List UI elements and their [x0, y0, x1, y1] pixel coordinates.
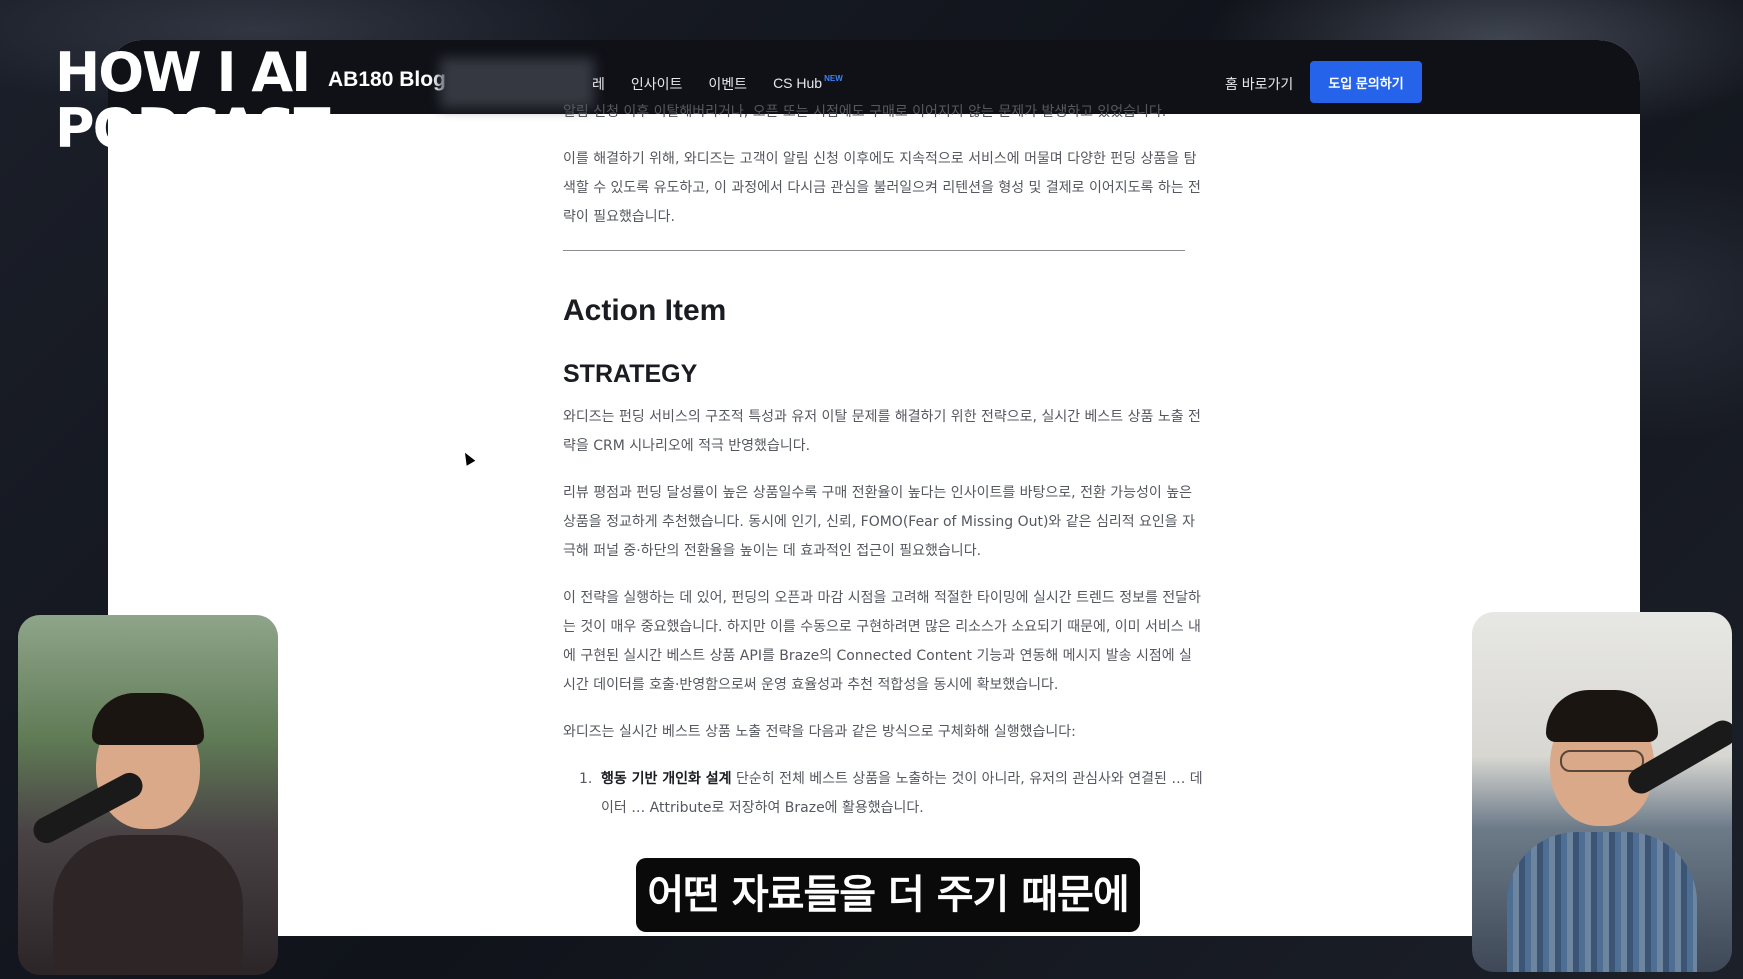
nav-item-partial[interactable]: 레 [592, 74, 605, 94]
article-paragraph: 와디즈는 실시간 베스트 상품 노출 전략을 다음과 같은 방식으로 구체화해 … [563, 724, 1076, 740]
glasses-icon [1560, 750, 1644, 772]
podcast-logo-line2: PODCAST [55, 97, 330, 160]
webcam-left [18, 615, 278, 975]
podcast-logo: HOW I AI PODCAST [55, 41, 330, 160]
nav-item-cs-hub-label: CS Hub [773, 75, 823, 91]
list-item: 1. 행동 기반 개인화 설계 단순히 전체 베스트 상품을 노출하는 것이 아… [563, 765, 1203, 823]
article-paragraph: 리뷰 평점과 펀딩 달성률이 높은 상품일수록 구매 전환율이 높다는 인사이트… [563, 485, 1196, 559]
mouse-cursor-icon [460, 450, 476, 466]
host-left [53, 685, 243, 975]
list-number: 1. [579, 771, 593, 787]
article-paragraph-intro-cut: 알림 신청 이후 이탈해버리거나, 오픈 또는 시점에도 구매로 이어지지 않는… [563, 104, 1167, 120]
host-right [1507, 682, 1697, 972]
list-item-bold: 행동 기반 개인화 설계 [601, 771, 732, 787]
webcam-right [1472, 612, 1732, 972]
new-badge: NEW [824, 74, 843, 83]
nav-menu: 레 인사이트 이벤트 CS Hub NEW [592, 74, 843, 94]
brand-logo[interactable]: AB180 Blog [328, 68, 446, 92]
home-link[interactable]: 홈 바로가기 [1225, 74, 1293, 94]
browser-screen: AB180 Blog 레 인사이트 이벤트 CS Hub NEW 홈 바로가기 도… [108, 40, 1640, 936]
article-paragraph: 와디즈는 펀딩 서비스의 구조적 특성과 유저 이탈 문제를 해결하기 위한 전… [563, 409, 1201, 454]
section-subheading: STRATEGY [563, 360, 698, 388]
podcast-logo-line1: HOW I AI [55, 41, 311, 104]
article-paragraph-intro: 이를 해결하기 위해, 와디즈는 고객이 알림 신청 이후에도 지속적으로 서비… [563, 151, 1201, 225]
article-body: 알림 신청 이후 이탈해버리거나, 오픈 또는 시점에도 구매로 이어지지 않는… [563, 104, 1203, 823]
article-paragraph: 이 전략을 실행하는 데 있어, 펀딩의 오픈과 마감 시점을 고려해 적절한 … [563, 590, 1201, 693]
video-subtitle: 어떤 자료들을 더 주기 때문에 [636, 858, 1140, 932]
section-heading: Action Item [563, 294, 727, 327]
section-divider [563, 250, 1185, 251]
nav-item-insight[interactable]: 인사이트 [631, 74, 683, 94]
inquiry-button[interactable]: 도입 문의하기 [1310, 61, 1422, 103]
nav-item-cs-hub[interactable]: CS Hub NEW [773, 74, 843, 94]
nav-item-event[interactable]: 이벤트 [708, 74, 747, 94]
